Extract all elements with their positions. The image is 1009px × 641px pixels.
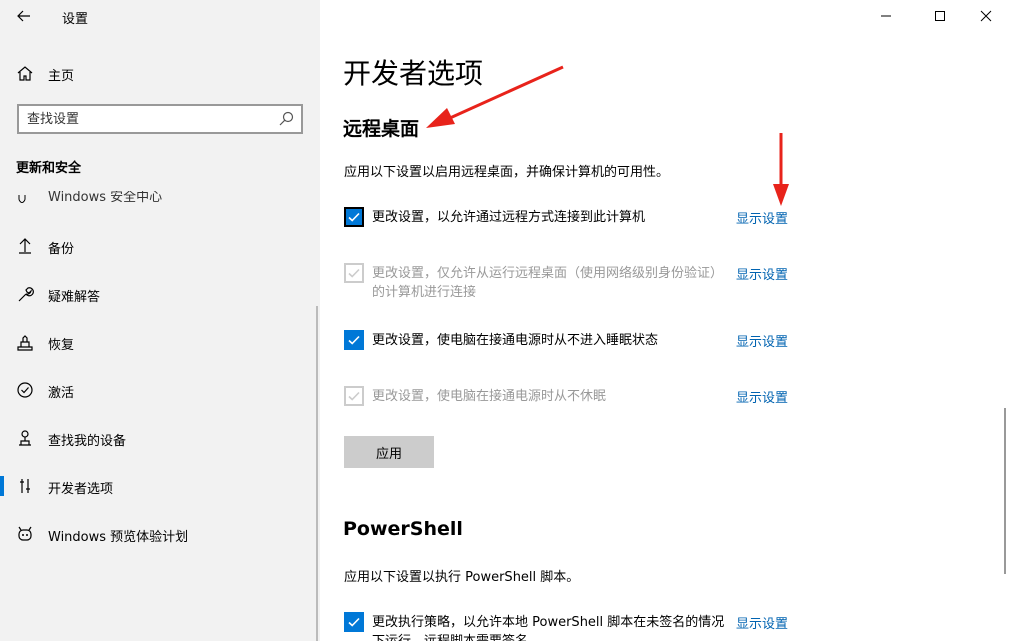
maximize-button[interactable]	[917, 0, 963, 32]
checkbox-never-sleep[interactable]	[344, 330, 364, 350]
maximize-icon	[935, 11, 945, 21]
activation-icon	[17, 382, 33, 398]
checkbox-nla-only[interactable]	[344, 263, 364, 283]
developer-icon	[20, 479, 30, 493]
checkbox-execution-policy[interactable]	[344, 612, 364, 632]
sidebar-item-label: 主页	[48, 69, 75, 84]
home-icon	[17, 66, 33, 81]
show-settings-link[interactable]: 显示设置	[736, 613, 788, 632]
back-arrow-icon	[17, 10, 30, 22]
apply-button[interactable]: 应用	[344, 436, 434, 468]
recovery-icon	[17, 335, 33, 351]
checkmark-icon	[348, 391, 360, 401]
page-title: 开发者选项	[343, 57, 484, 90]
search-input[interactable]	[27, 109, 267, 129]
sidebar-item-label: 查找我的设备	[48, 434, 127, 449]
sidebar-item-backup[interactable]: 备份	[0, 226, 320, 266]
checkbox-never-hibernate[interactable]	[344, 386, 364, 406]
sidebar-item-label: 疑难解答	[48, 290, 101, 305]
remote-desktop-description: 应用以下设置以启用远程桌面，并确保计算机的可用性。	[344, 165, 670, 180]
option-label: 更改设置，以允许通过远程方式连接到此计算机	[372, 210, 646, 225]
sidebar: 设置 主页 更新和安全 Windows 安全中心 备份 疑难解答 恢复 激活 查…	[0, 0, 320, 641]
main-scrollbar[interactable]	[1004, 408, 1006, 574]
show-settings-link[interactable]: 显示设置	[736, 264, 788, 283]
sidebar-item-developer[interactable]: 开发者选项	[0, 466, 320, 506]
show-settings-link[interactable]: 显示设置	[736, 331, 788, 350]
back-button[interactable]	[10, 4, 38, 28]
sidebar-scrollbar[interactable]	[316, 306, 318, 641]
sidebar-item-home[interactable]: 主页	[0, 56, 320, 90]
backup-icon	[19, 238, 31, 254]
sidebar-item-troubleshoot[interactable]: 疑难解答	[0, 274, 320, 314]
search-box[interactable]	[17, 104, 303, 134]
close-button[interactable]	[963, 0, 1009, 32]
close-icon	[980, 10, 992, 22]
minimize-button[interactable]	[863, 0, 909, 32]
checkmark-icon	[348, 212, 360, 222]
sidebar-item-label: Windows 预览体验计划	[48, 530, 189, 545]
app-title: 设置	[62, 12, 89, 27]
insider-icon	[18, 526, 32, 541]
powershell-description: 应用以下设置以执行 PowerShell 脚本。	[344, 570, 580, 585]
search-icon[interactable]	[278, 111, 294, 127]
checkmark-icon	[348, 268, 360, 278]
sidebar-item-find-device[interactable]: 查找我的设备	[0, 418, 320, 458]
powershell-title: PowerShell	[343, 518, 463, 540]
sidebar-item-insider[interactable]: Windows 预览体验计划	[0, 514, 320, 554]
option-label: 更改设置，使电脑在接通电源时从不进入睡眠状态	[372, 333, 659, 348]
checkbox-allow-remote[interactable]	[344, 207, 364, 227]
sidebar-item-label: 开发者选项	[48, 482, 114, 497]
sidebar-item-label: 恢复	[48, 338, 75, 353]
option-label: 更改设置，仅允许从运行远程桌面（使用网络级别身份验证）的计算机进行连接	[372, 266, 724, 300]
checkmark-icon	[348, 617, 360, 627]
sidebar-item-label: 备份	[48, 242, 75, 257]
sidebar-item-label: 激活	[48, 386, 75, 401]
sidebar-item-recovery[interactable]: 恢复	[0, 322, 320, 362]
wrench-icon	[18, 287, 34, 302]
sidebar-item-windows-security[interactable]: Windows 安全中心	[48, 191, 162, 203]
show-settings-link[interactable]: 显示设置	[736, 208, 788, 227]
show-settings-link[interactable]: 显示设置	[736, 387, 788, 406]
minimize-icon	[881, 15, 891, 17]
option-label: 更改执行策略，以允许本地 PowerShell 脚本在未签名的情况下运行。远程脚…	[372, 615, 725, 641]
main-content: 开发者选项 远程桌面 应用以下设置以启用远程桌面，并确保计算机的可用性。 更改设…	[320, 0, 1009, 641]
checkmark-icon	[348, 335, 360, 345]
section-header: 更新和安全	[16, 161, 82, 176]
active-indicator	[0, 476, 4, 496]
shield-icon	[18, 195, 26, 203]
sidebar-item-activation[interactable]: 激活	[0, 370, 320, 410]
option-label: 更改设置，使电脑在接通电源时从不休眠	[372, 389, 607, 404]
remote-desktop-title: 远程桌面	[343, 118, 420, 140]
find-device-icon	[19, 430, 31, 446]
